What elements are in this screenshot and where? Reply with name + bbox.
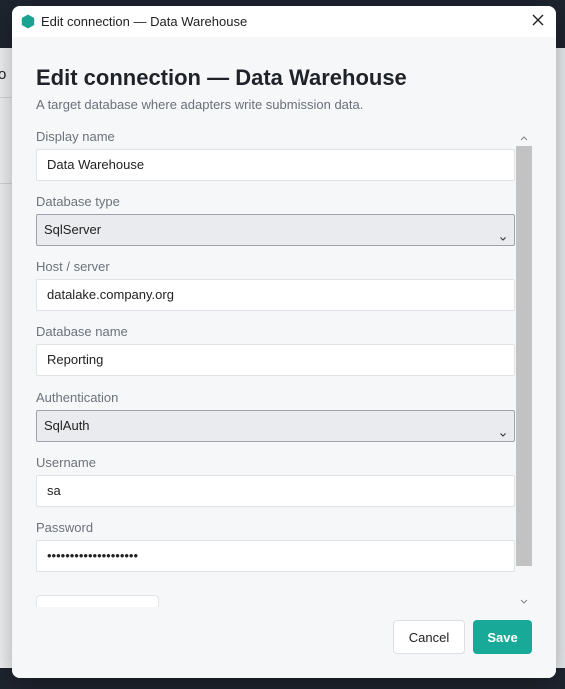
username-input[interactable]: sa xyxy=(36,475,515,507)
chevron-up-icon xyxy=(519,129,529,147)
scroll-down-button[interactable] xyxy=(516,595,532,609)
authentication-label: Authentication xyxy=(36,390,119,405)
form-scroll-area[interactable]: Display name Data Warehouse Database typ… xyxy=(36,129,516,607)
display-name-label: Display name xyxy=(36,129,115,144)
chevron-down-icon xyxy=(519,593,529,611)
scroll-thumb[interactable] xyxy=(516,146,532,566)
username-label: Username xyxy=(36,455,96,470)
scroll-up-button[interactable] xyxy=(516,131,532,145)
display-name-input[interactable]: Data Warehouse xyxy=(36,149,515,181)
partially-visible-button[interactable] xyxy=(36,595,159,607)
password-input[interactable]: •••••••••••••••••••• xyxy=(36,540,515,572)
authentication-select[interactable]: SqlAuth xyxy=(36,410,515,442)
background-partial-text: o xyxy=(0,66,7,83)
chevron-down-icon xyxy=(498,421,508,437)
dialog-heading: Edit connection — Data Warehouse xyxy=(36,65,407,90)
background-divider xyxy=(0,97,12,98)
window-title: Edit connection — Data Warehouse xyxy=(41,14,248,29)
close-button[interactable] xyxy=(526,10,550,34)
host-label: Host / server xyxy=(36,259,110,274)
form-scrollbar[interactable] xyxy=(516,131,532,609)
save-button[interactable]: Save xyxy=(473,620,532,654)
dialog-subheading: A target database where adapters write s… xyxy=(36,97,364,112)
cancel-button[interactable]: Cancel xyxy=(393,620,465,654)
background-divider xyxy=(0,183,12,184)
dialog-content: Edit connection — Data Warehouse A targe… xyxy=(12,37,556,678)
edit-connection-dialog: Edit connection — Data Warehouse Edit co… xyxy=(12,6,556,678)
database-name-label: Database name xyxy=(36,324,128,339)
authentication-value: SqlAuth xyxy=(44,418,90,433)
close-icon xyxy=(532,13,544,31)
database-type-label: Database type xyxy=(36,194,120,209)
background-edge xyxy=(0,48,12,668)
host-input[interactable]: datalake.company.org xyxy=(36,279,515,311)
database-name-input[interactable]: Reporting xyxy=(36,344,515,376)
hexagon-icon xyxy=(21,14,35,29)
dialog-titlebar: Edit connection — Data Warehouse xyxy=(12,6,556,37)
password-label: Password xyxy=(36,520,94,535)
database-type-value: SqlServer xyxy=(44,222,102,237)
chevron-down-icon xyxy=(498,225,508,241)
database-type-select[interactable]: SqlServer xyxy=(36,214,515,246)
